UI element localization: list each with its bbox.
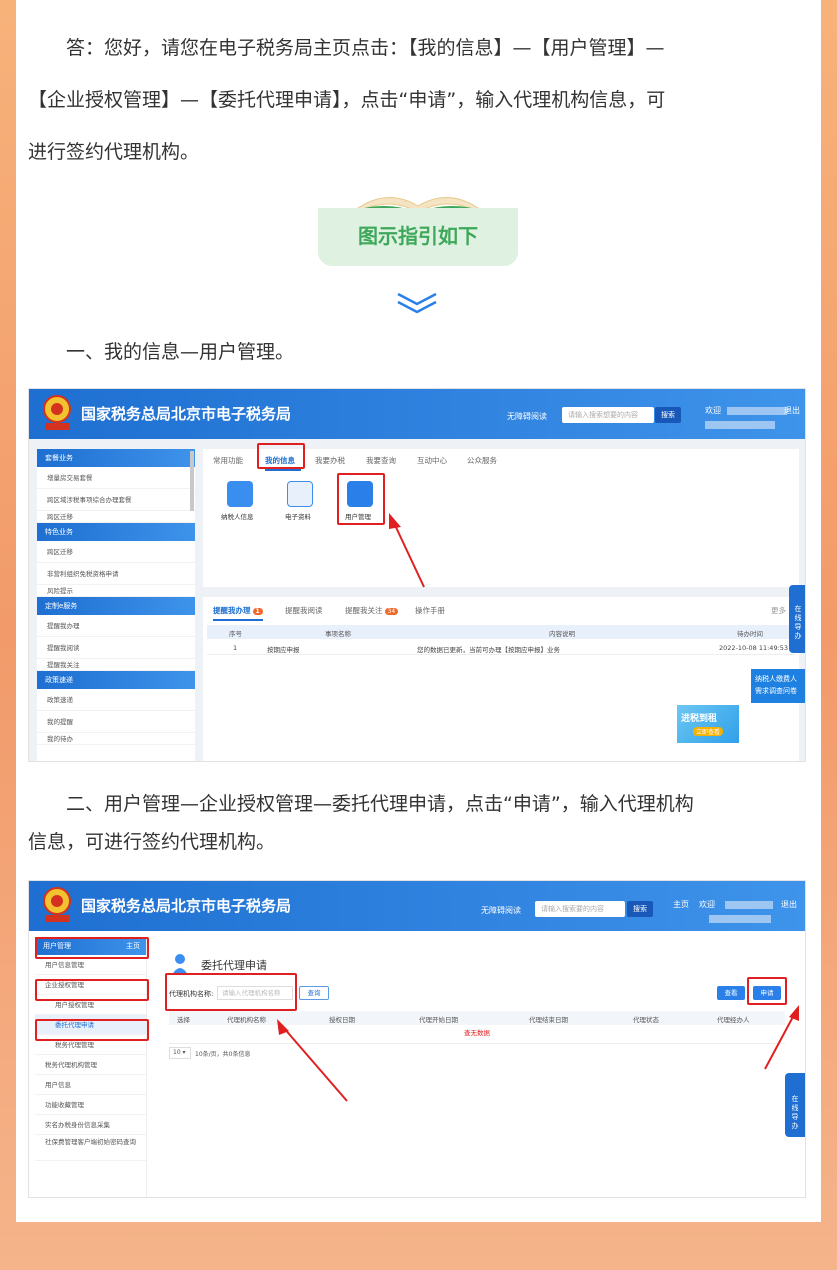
sidebar-item-agency-mgmt[interactable]: 税务代理机构管理 — [35, 1055, 146, 1075]
intro-line-2: 【企业授权管理】—【委托代理申请】，点击“申请”，输入代理机构信息，可 — [28, 89, 666, 111]
guide-title: 图示指引如下 — [318, 208, 518, 266]
screenshot-agent-apply: 国家税务总局北京市电子税务局 无障碍阅读 请输入搜索要的内容 搜索 主页 欢迎 … — [28, 880, 806, 1198]
intro-line-1: 答：您好，请您在电子税务局主页点击：【我的信息】—【用户管理】— — [66, 37, 665, 59]
main-content: 委托代理申请 代理机构名称: 请输入代理机构名称 查询 查看 申请 选择 代理机… — [159, 941, 799, 1197]
home-link[interactable]: 主页 — [673, 899, 689, 910]
guide-header: 图示指引如下 — [318, 186, 518, 266]
logout-link[interactable]: 退出 — [781, 899, 797, 910]
online-guide-button[interactable]: 在线导办 — [785, 1073, 805, 1137]
sidebar: 用户管理 主页 用户信息管理 企业授权管理 用户授权管理 委托代理申请 税务代理… — [35, 937, 147, 1197]
step2-line-2: 信息，可进行签约代理机构。 — [28, 831, 276, 853]
screenshot-my-info: 国家税务总局北京市电子税务局 无障碍阅读 请输入搜索想要的内容 搜索 欢迎 退出… — [28, 388, 806, 762]
masked-company — [709, 915, 771, 923]
red-arrow — [389, 513, 425, 588]
search-input[interactable]: 请输入搜索要的内容 — [535, 901, 625, 917]
red-arrows — [277, 1005, 799, 1102]
highlight-enterprise-auth — [35, 979, 149, 1001]
site-title: 国家税务总局北京市电子税务局 — [81, 897, 292, 915]
masked-username — [725, 901, 773, 909]
sidebar-item-realname[interactable]: 实名办税身份信息采集 — [35, 1115, 146, 1135]
online-guide-label: 在线导办 — [791, 1095, 799, 1130]
sidebar-item-social-pwd[interactable]: 社保费管理客户端初始密码查询 — [35, 1135, 146, 1161]
highlight-agent-apply — [35, 1019, 149, 1041]
step1-text: 一、我的信息—用户管理。 — [66, 341, 295, 363]
highlight-user-mgmt — [35, 937, 149, 959]
welcome-text: 欢迎 — [699, 900, 715, 909]
article-card: 答：您好，请您在电子税务局主页点击：【我的信息】—【用户管理】— 【企业授权管理… — [16, 0, 821, 1222]
accessibility-link[interactable]: 无障碍阅读 — [481, 905, 521, 916]
search-button[interactable]: 搜索 — [627, 901, 653, 917]
sidebar-item-user-info[interactable]: 用户信息 — [35, 1075, 146, 1095]
site-header: 国家税务总局北京市电子税务局 无障碍阅读 请输入搜索要的内容 搜索 主页 欢迎 … — [29, 881, 805, 931]
tax-emblem-icon — [43, 887, 71, 922]
intro-line-3: 进行签约代理机构。 — [28, 141, 200, 163]
chevron-down-icon — [397, 292, 437, 314]
sidebar-item-favorites[interactable]: 功能收藏管理 — [35, 1095, 146, 1115]
